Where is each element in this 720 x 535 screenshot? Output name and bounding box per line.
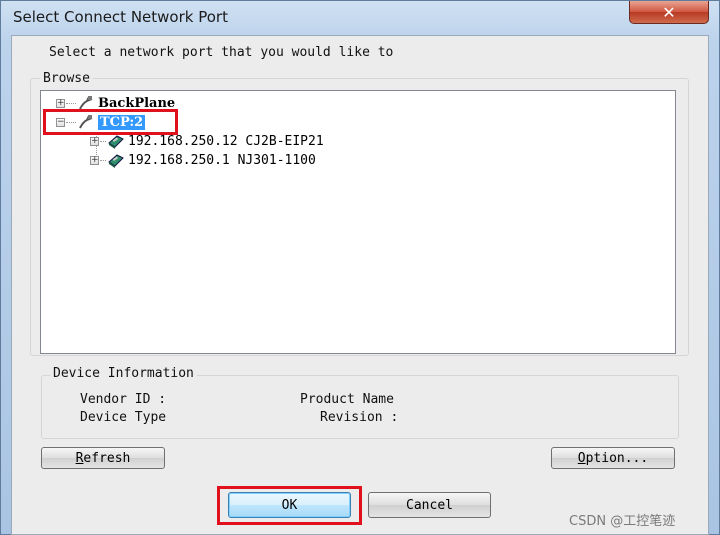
refresh-label: efresh	[83, 450, 131, 466]
expand-icon[interactable]: +	[90, 155, 99, 165]
device-info-groupbox	[41, 375, 679, 439]
tree-node-label: 192.168.250.12 CJ2B-EIP21	[128, 133, 324, 149]
dialog-body: Select a network port that you would lik…	[11, 35, 709, 535]
title-bar[interactable]: Select Connect Network Port ✕	[1, 1, 719, 35]
option-button[interactable]: Option...	[551, 447, 675, 469]
highlight-box-tcp	[43, 109, 178, 135]
window-title: Select Connect Network Port	[13, 8, 228, 26]
close-button[interactable]: ✕	[629, 1, 709, 24]
ok-button[interactable]: OK	[228, 492, 351, 518]
instruction-text: Select a network port that you would lik…	[49, 45, 394, 60]
cancel-button[interactable]: Cancel	[368, 492, 491, 518]
watermark-text: CSDN @工控笔迹	[569, 514, 676, 529]
option-label: ption...	[585, 450, 649, 466]
refresh-button[interactable]: Refresh	[41, 447, 165, 469]
device-info-label: Device Information	[50, 366, 197, 381]
plc-device-icon	[108, 135, 124, 149]
revision-label: Revision :	[320, 410, 399, 425]
product-name-label: Product Name	[300, 392, 394, 407]
dialog-window: Select Connect Network Port ✕ Select a n…	[0, 0, 720, 535]
browse-label: Browse	[40, 71, 93, 86]
tree-node-device-2[interactable]: + 192.168.250.1 NJ301-1100	[90, 151, 316, 169]
expand-icon[interactable]: +	[56, 98, 65, 108]
refresh-mnemonic: R	[75, 450, 84, 466]
option-mnemonic: O	[577, 450, 586, 466]
vendor-id-label: Vendor ID :	[80, 392, 167, 407]
device-type-label: Device Type	[80, 410, 167, 425]
tree-node-label: 192.168.250.1 NJ301-1100	[128, 152, 316, 168]
plc-device-icon	[108, 154, 124, 168]
close-icon: ✕	[662, 2, 676, 22]
expand-icon[interactable]: +	[90, 136, 99, 146]
